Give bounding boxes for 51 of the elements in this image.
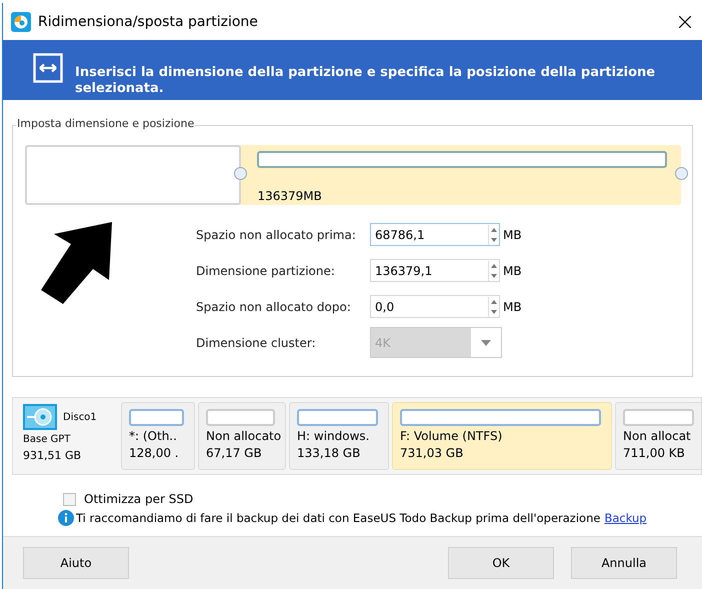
usage-bar [623,409,694,426]
backup-link[interactable]: Backup [604,511,647,525]
spin-arrows-icon[interactable] [488,224,499,244]
field-label: Spazio non allocato prima: [196,228,357,242]
header-text: Inserisci la dimensione della partizione e specifica la posizione della partizione selezionata. [75,65,656,97]
cancel-button[interactable]: Annulla [571,547,677,579]
field-label: Dimensione cluster: [196,336,317,350]
spin-arrows-icon[interactable] [488,296,499,316]
spin-arrows-icon[interactable] [488,260,499,280]
partition-label: Non allocat [623,428,692,445]
unit-label: MB [503,228,522,242]
resize-handle[interactable] [675,167,688,180]
field-label: Spazio non allocato dopo: [196,300,352,314]
help-button[interactable]: Aiuto [23,547,129,579]
partition-size: 133,18 GB [297,445,362,462]
partition-tile[interactable]: Non allocat 711,00 KB [615,402,701,470]
partition-size: 136379MB [257,189,323,203]
info-icon [58,510,74,526]
partition-tile[interactable]: H: windows. 133,18 GB [289,402,389,470]
partition-label: *: (Oth.. [129,428,178,445]
group-title: Imposta dimensione e posizione [16,117,196,130]
usage-bar [206,409,275,426]
checkbox[interactable] [63,492,76,506]
number-field[interactable]: 0,0 [370,295,500,318]
partition-bar[interactable]: 136379MB [25,145,681,205]
number-field[interactable]: 136379,1 [370,259,500,282]
disk-size: 931,51 GB [23,449,82,462]
partition-label: H: windows. [297,428,370,445]
arrow-icon [41,222,113,304]
unit-label: MB [503,300,522,314]
partition-label: F: Volume (NTFS) [400,428,504,445]
resize-icon [33,53,63,83]
partition-label: Non allocato [206,428,282,445]
partition-tile[interactable]: Non allocato 67,17 GB [198,402,286,470]
number-field[interactable]: 68786,1 [370,223,500,246]
checkbox-label[interactable]: Ottimizza per SSD [84,492,194,506]
usage-bar [129,409,184,426]
partition-tile[interactable]: *: (Oth.. 128,00 . [121,402,195,470]
partition-size: 67,17 GB [206,445,263,462]
ok-button[interactable]: OK [448,547,554,579]
app-icon [11,12,31,32]
partition-size: 711,00 KB [623,445,686,462]
window-title: Ridimensiona/sposta partizione [38,14,258,30]
field-label: Dimensione partizione: [196,264,336,278]
partition-tile[interactable]: F: Volume (NTFS) 731,03 GB [392,402,612,470]
unit-label: MB [503,264,522,278]
partition-size: 731,03 GB [400,445,464,462]
disk-name: Disco1 [63,412,97,422]
disk-type: Base GPT [23,434,72,445]
notice-text: Ti raccomandiamo di fare il backup dei dati con EaseUS Todo Backup prima dell'operazione [76,511,600,525]
partition-size: 128,00 . [129,445,180,462]
